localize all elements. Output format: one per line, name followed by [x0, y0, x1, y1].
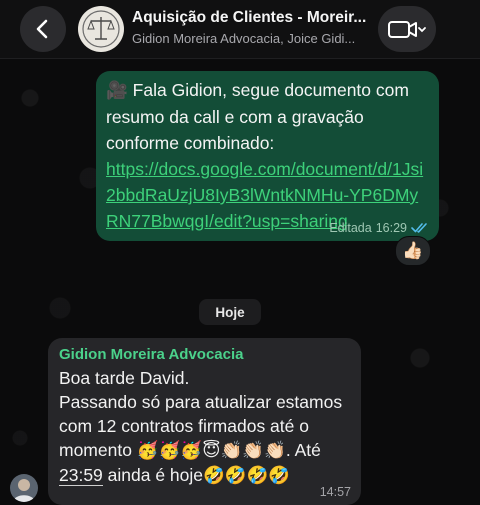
outgoing-body: Fala Gidion, segue documento com resumo …	[106, 80, 409, 153]
sender-avatar[interactable]	[10, 474, 38, 502]
outgoing-message-text: 🎥 Fala Gidion, segue documento com resum…	[106, 77, 428, 156]
chevron-left-icon	[36, 19, 48, 39]
video-call-button[interactable]	[378, 6, 436, 52]
celebration-emojis: 🥳🥳🥳😇👏🏻👏🏻👏🏻	[136, 441, 286, 461]
video-camera-emoji: 🎥	[106, 81, 128, 101]
back-button[interactable]	[20, 6, 66, 52]
date-separator: Hoje	[199, 299, 261, 325]
until-text: . Até	[285, 440, 321, 460]
edited-label: Editada	[329, 221, 372, 235]
double-check-icon	[411, 223, 427, 233]
today-text: ainda é hoje	[102, 465, 204, 485]
video-camera-icon	[388, 21, 426, 38]
group-avatar[interactable]	[78, 6, 124, 52]
greeting-line: Boa tarde David.	[59, 368, 190, 388]
outgoing-time: 16:29	[375, 221, 407, 235]
time-mention[interactable]: 23:59	[59, 465, 103, 486]
outgoing-message[interactable]: 🎥 Fala Gidion, segue documento com resum…	[96, 71, 439, 241]
thumbs-up-emoji: 👍🏻	[402, 241, 424, 261]
scales-of-justice-icon	[82, 10, 120, 48]
incoming-message-text: Boa tarde David. Passando só para atuali…	[59, 366, 351, 488]
chat-title-block[interactable]: Aquisição de Clientes - Moreir... Gidion…	[132, 9, 368, 46]
sender-name[interactable]: Gidion Moreira Advocacia	[59, 344, 351, 366]
outgoing-meta: Editada 16:29	[329, 221, 429, 235]
thumbs-up-reaction[interactable]: 👍🏻	[395, 236, 431, 266]
person-icon	[13, 479, 35, 502]
incoming-time: 14:57	[319, 485, 351, 499]
incoming-message[interactable]: Gidion Moreira Advocacia Boa tarde David…	[48, 338, 361, 505]
chat-title: Aquisição de Clientes - Moreir...	[132, 9, 367, 26]
update-line: Passando só para atualizar estamos com 1…	[59, 390, 351, 488]
chat-header: Aquisição de Clientes - Moreir... Gidion…	[0, 0, 480, 59]
chat-participants: Gidion Moreira Advocacia, Joice Gidi...	[132, 31, 356, 46]
laughing-emojis: 🤣🤣🤣🤣	[203, 466, 291, 486]
